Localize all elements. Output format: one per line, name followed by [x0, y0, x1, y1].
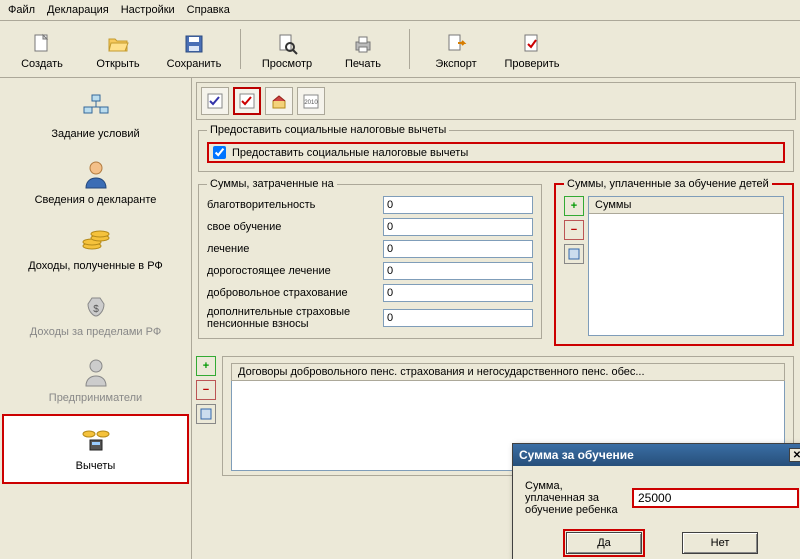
social-checkbox-label: Предоставить социальные налоговые вычеты — [232, 147, 468, 159]
social-group: Предоставить социальные налоговые вычеты… — [198, 124, 794, 172]
sidebar-item-entrepreneurs[interactable]: Предприниматели — [0, 348, 191, 414]
add-contract-button[interactable]: + — [196, 356, 216, 376]
dialog-close-button[interactable]: ✕ — [789, 448, 800, 462]
red-check-icon — [238, 92, 256, 110]
conditions-icon — [80, 92, 112, 124]
charity-input[interactable] — [383, 196, 533, 214]
education-list[interactable]: Суммы — [588, 196, 784, 336]
social-legend: Предоставить социальные налоговые вычеты — [207, 124, 449, 136]
spent-row-expensive-treatment: дорогостоящее лечение — [207, 262, 533, 280]
pension-contrib-input[interactable] — [383, 309, 533, 327]
preview-button[interactable]: Просмотр — [251, 25, 323, 73]
dialog-ok-button[interactable]: Да — [566, 532, 642, 554]
check-button[interactable]: Проверить — [496, 25, 568, 73]
deductions-icon — [80, 424, 112, 456]
spent-row-pension-contrib: дополнительные страховые пенсионные взно… — [207, 306, 533, 330]
sidebar-item-income-rf[interactable]: Доходы, полученные в РФ — [0, 216, 191, 282]
property-deductions-tab[interactable] — [265, 87, 293, 115]
svg-text:2010: 2010 — [304, 100, 318, 106]
new-document-icon — [30, 32, 54, 56]
dialog-amount-input[interactable] — [632, 488, 799, 508]
magnifier-icon — [275, 32, 299, 56]
spent-row-charity: благотворительность — [207, 196, 533, 214]
export-icon — [444, 32, 468, 56]
edit-icon — [200, 408, 212, 420]
spent-row-voluntary-insurance: добровольное страхование — [207, 284, 533, 302]
menu-file[interactable]: Файл — [8, 4, 35, 16]
remove-contract-button[interactable]: − — [196, 380, 216, 400]
year-deductions-tab[interactable]: 2010 — [297, 87, 325, 115]
svg-text:$: $ — [93, 304, 99, 315]
menu-help[interactable]: Справка — [187, 4, 230, 16]
menubar: Файл Декларация Настройки Справка — [0, 0, 800, 21]
education-amount-dialog: Сумма за обучение ✕ Сумма, уплаченная за… — [512, 443, 800, 559]
spent-group: Суммы, затраченные на благотворительност… — [198, 178, 542, 339]
standard-deductions-tab[interactable] — [201, 87, 229, 115]
sidebar-item-income-abroad[interactable]: $ Доходы за пределами РФ — [0, 282, 191, 348]
add-education-button[interactable]: + — [564, 196, 584, 216]
dialog-label: Сумма, уплаченная за обучение ребенка — [525, 480, 620, 516]
social-checkbox-row: Предоставить социальные налоговые вычеты — [207, 142, 785, 163]
social-deductions-tab[interactable] — [233, 87, 261, 115]
checklist-icon — [206, 92, 224, 110]
export-button[interactable]: Экспорт — [420, 25, 492, 73]
dialog-titlebar: Сумма за обучение ✕ — [513, 444, 800, 466]
deductions-toolbar: 2010 — [196, 82, 796, 120]
education-children-legend: Суммы, уплаченные за обучение детей — [564, 178, 772, 190]
sidebar-item-declarant[interactable]: Сведения о декларанте — [0, 150, 191, 216]
money-bag-icon: $ — [80, 290, 112, 322]
spent-row-own-education: свое обучение — [207, 218, 533, 236]
entrepreneur-icon — [80, 356, 112, 388]
save-floppy-icon — [182, 32, 206, 56]
dialog-title-text: Сумма за обучение — [519, 448, 634, 462]
open-button[interactable]: Открыть — [82, 25, 154, 73]
expensive-treatment-input[interactable] — [383, 262, 533, 280]
calendar-year-icon: 2010 — [302, 92, 320, 110]
social-checkbox[interactable] — [213, 146, 226, 159]
treatment-input[interactable] — [383, 240, 533, 258]
content-area: 2010 Предоставить социальные налоговые в… — [192, 78, 800, 559]
education-list-header: Суммы — [589, 197, 783, 214]
spent-legend: Суммы, затраченные на — [207, 178, 337, 190]
save-button[interactable]: Сохранить — [158, 25, 230, 73]
edit-contract-button[interactable] — [196, 404, 216, 424]
voluntary-insurance-input[interactable] — [383, 284, 533, 302]
open-folder-icon — [106, 32, 130, 56]
menu-declaration[interactable]: Декларация — [47, 4, 109, 16]
edit-education-button[interactable] — [564, 244, 584, 264]
printer-icon — [351, 32, 375, 56]
contracts-header: Договоры добровольного пенс. страхования… — [231, 363, 785, 381]
education-children-group: Суммы, уплаченные за обучение детей + − … — [554, 178, 794, 346]
print-button[interactable]: Печать — [327, 25, 399, 73]
sidebar-item-conditions[interactable]: Задание условий — [0, 84, 191, 150]
edit-icon — [568, 248, 580, 260]
person-icon — [80, 158, 112, 190]
sidebar: Задание условий Сведения о декларанте До… — [0, 78, 192, 559]
create-button[interactable]: Создать — [6, 25, 78, 73]
dialog-cancel-button[interactable]: Нет — [682, 532, 758, 554]
main-toolbar: Создать Открыть Сохранить Просмотр Печат… — [0, 21, 800, 78]
remove-education-button[interactable]: − — [564, 220, 584, 240]
house-icon — [270, 92, 288, 110]
check-document-icon — [520, 32, 544, 56]
sidebar-item-deductions[interactable]: Вычеты — [2, 414, 189, 484]
coins-icon — [80, 224, 112, 256]
own-education-input[interactable] — [383, 218, 533, 236]
spent-row-treatment: лечение — [207, 240, 533, 258]
menu-settings[interactable]: Настройки — [121, 4, 175, 16]
